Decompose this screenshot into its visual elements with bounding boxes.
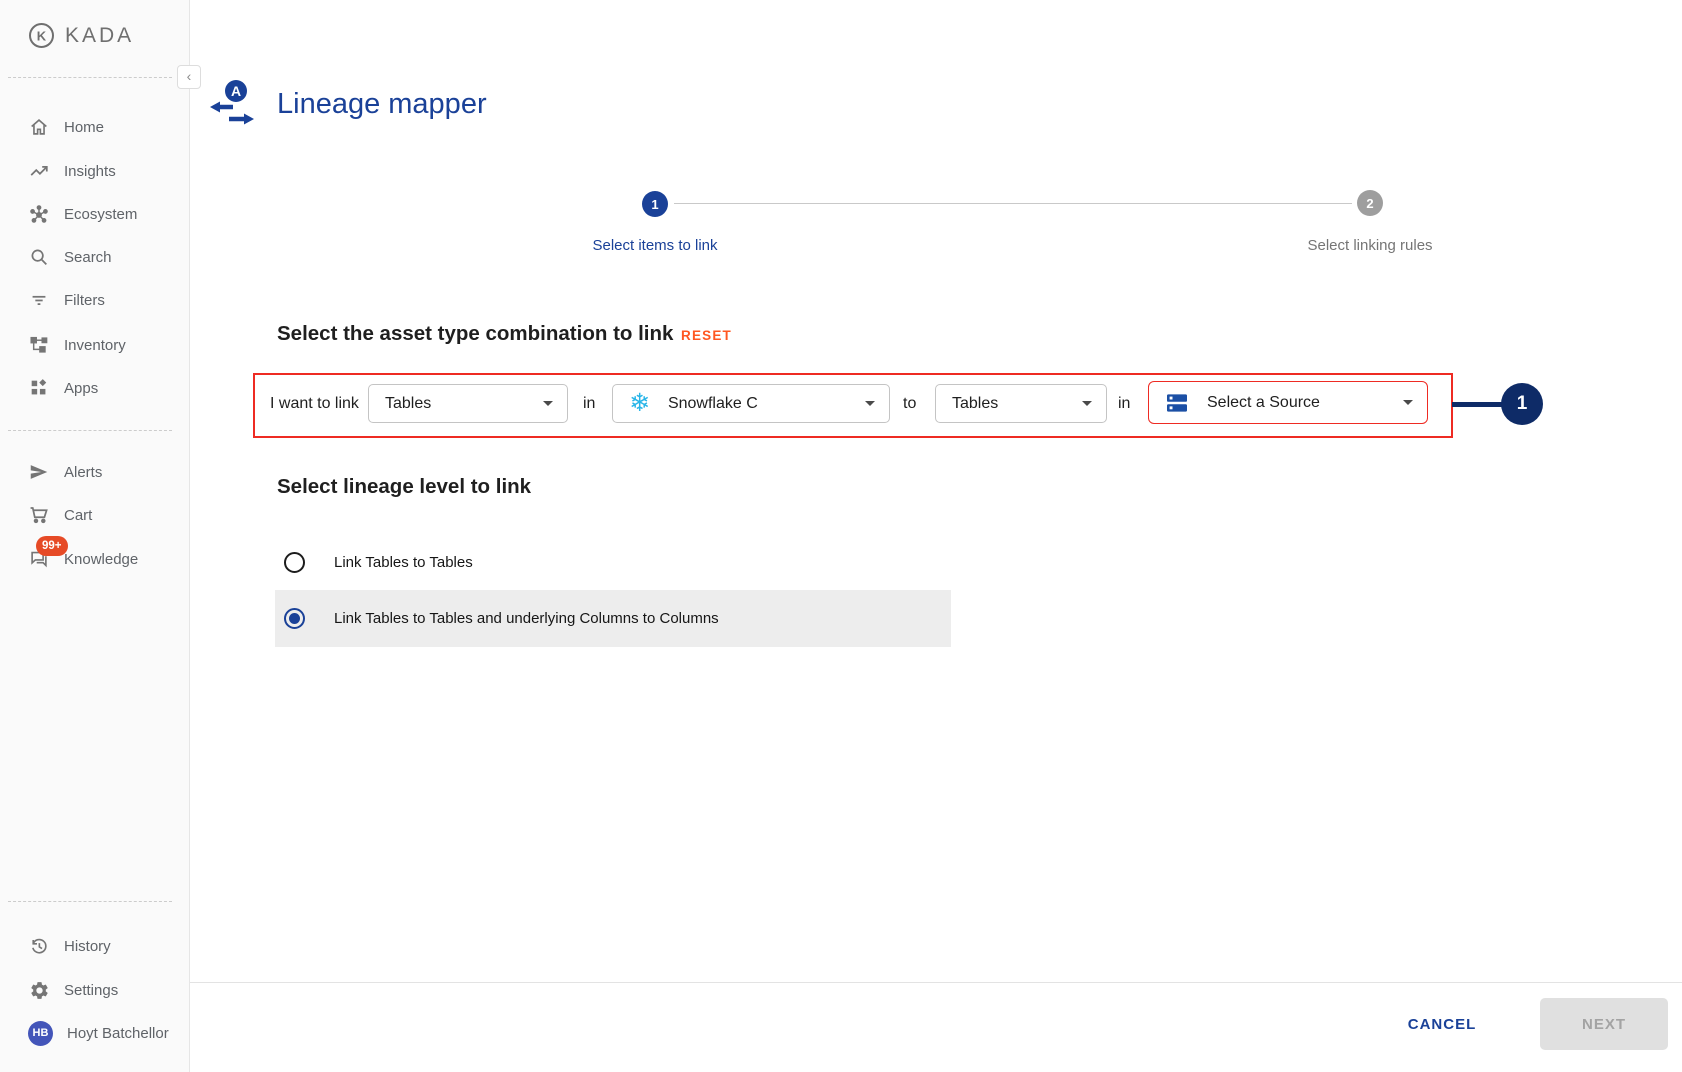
sidebar-divider-top: [8, 77, 172, 78]
kada-logo[interactable]: K KADA: [28, 22, 134, 49]
search-icon: [28, 246, 50, 268]
stepper-step-1-circle[interactable]: 1: [642, 191, 668, 217]
annotation-callout-badge: 1: [1501, 383, 1543, 425]
sidebar-divider-bottom: [8, 901, 172, 902]
asset-type-to-select[interactable]: Tables: [935, 384, 1107, 423]
phrase-lead: I want to link: [270, 395, 359, 413]
home-icon: [28, 116, 50, 138]
sidebar-item-search[interactable]: Search: [28, 243, 112, 271]
page-title: Lineage mapper: [277, 88, 487, 121]
asset-section-heading: Select the asset type combination to lin…: [277, 322, 673, 346]
sidebar-item-alerts[interactable]: Alerts: [28, 458, 102, 486]
asset-type-from-select[interactable]: Tables: [368, 384, 568, 423]
user-avatar: HB: [28, 1021, 53, 1046]
source-dns-icon: [1165, 391, 1189, 415]
chevron-down-icon: [543, 401, 553, 406]
svg-text:K: K: [37, 29, 47, 44]
brand-name: KADA: [65, 24, 134, 48]
footer-divider: [190, 982, 1682, 983]
lineage-option-label: Link Tables to Tables: [334, 554, 473, 571]
phrase-to: to: [903, 395, 916, 413]
sidebar-item-cart[interactable]: Cart: [28, 501, 92, 529]
history-icon: [28, 935, 50, 957]
next-button[interactable]: NEXT: [1540, 998, 1668, 1050]
alerts-icon: [28, 461, 50, 483]
phrase-in-1: in: [583, 395, 595, 413]
ecosystem-icon: [28, 203, 50, 225]
kada-logo-icon: K: [28, 22, 55, 49]
sidebar-item-ecosystem[interactable]: Ecosystem: [28, 200, 137, 228]
sidebar-item-label: Knowledge: [64, 551, 138, 568]
lineage-mapper-page: K KADA Home Insights E: [0, 0, 1682, 1072]
sidebar-item-label: Apps: [64, 380, 98, 397]
radio-button[interactable]: [284, 552, 305, 573]
sidebar-collapse-button[interactable]: ‹: [177, 65, 201, 89]
annotation-callout-line: [1452, 402, 1504, 407]
stepper-step-1-label: Select items to link: [535, 237, 775, 254]
sidebar-item-label: Search: [64, 249, 112, 266]
source-from-value: Snowflake C: [668, 395, 855, 413]
phrase-in-2: in: [1118, 395, 1130, 413]
stepper-step-2-circle[interactable]: 2: [1357, 190, 1383, 216]
cart-icon: [28, 504, 50, 526]
sidebar: K KADA Home Insights E: [0, 0, 190, 1072]
radio-button[interactable]: [284, 608, 305, 629]
sidebar-item-home[interactable]: Home: [28, 113, 104, 141]
user-name: Hoyt Batchellor: [67, 1025, 169, 1042]
sidebar-item-label: Home: [64, 119, 104, 136]
lineage-option-tables-and-columns[interactable]: Link Tables to Tables and underlying Col…: [275, 590, 951, 647]
snowflake-icon: ❄: [629, 391, 650, 416]
chevron-down-icon: [865, 401, 875, 406]
source-to-select[interactable]: Select a Source: [1148, 381, 1428, 424]
stepper-connector: [674, 203, 1352, 204]
lineage-mapper-icon: A: [208, 78, 258, 133]
sidebar-item-label: Settings: [64, 982, 118, 999]
lineage-section-heading: Select lineage level to link: [277, 475, 531, 499]
sidebar-item-label: Alerts: [64, 464, 102, 481]
sidebar-item-label: Inventory: [64, 337, 126, 354]
knowledge-count-badge: 99+: [36, 536, 68, 556]
sidebar-item-inventory[interactable]: Inventory: [28, 331, 126, 359]
sidebar-item-label: Ecosystem: [64, 206, 137, 223]
sidebar-item-label: Insights: [64, 163, 116, 180]
lineage-option-label: Link Tables to Tables and underlying Col…: [334, 610, 719, 627]
reset-button[interactable]: RESET: [681, 328, 732, 343]
asset-type-to-value: Tables: [952, 395, 1072, 413]
apps-icon: [28, 377, 50, 399]
chevron-down-icon: [1403, 400, 1413, 405]
sidebar-item-user[interactable]: HB Hoyt Batchellor: [28, 1019, 169, 1047]
settings-gear-icon: [28, 979, 50, 1001]
sidebar-item-apps[interactable]: Apps: [28, 374, 98, 402]
sidebar-item-settings[interactable]: Settings: [28, 976, 118, 1004]
chevron-down-icon: [1082, 401, 1092, 406]
cancel-button[interactable]: CANCEL: [1392, 1016, 1492, 1033]
source-from-select[interactable]: ❄ Snowflake C: [612, 384, 890, 423]
insights-icon: [28, 160, 50, 182]
svg-text:A: A: [231, 83, 241, 99]
sidebar-divider-middle: [8, 430, 172, 431]
sidebar-item-label: Filters: [64, 292, 105, 309]
sidebar-item-filters[interactable]: Filters: [28, 286, 105, 314]
sidebar-item-label: Cart: [64, 507, 92, 524]
inventory-icon: [28, 334, 50, 356]
sidebar-item-history[interactable]: History: [28, 932, 111, 960]
sidebar-item-insights[interactable]: Insights: [28, 157, 116, 185]
source-to-value: Select a Source: [1207, 394, 1393, 412]
sidebar-item-label: History: [64, 938, 111, 955]
lineage-option-tables[interactable]: Link Tables to Tables: [275, 538, 951, 586]
filters-icon: [28, 289, 50, 311]
asset-type-from-value: Tables: [385, 395, 533, 413]
stepper-step-2-label: Select linking rules: [1250, 237, 1490, 254]
